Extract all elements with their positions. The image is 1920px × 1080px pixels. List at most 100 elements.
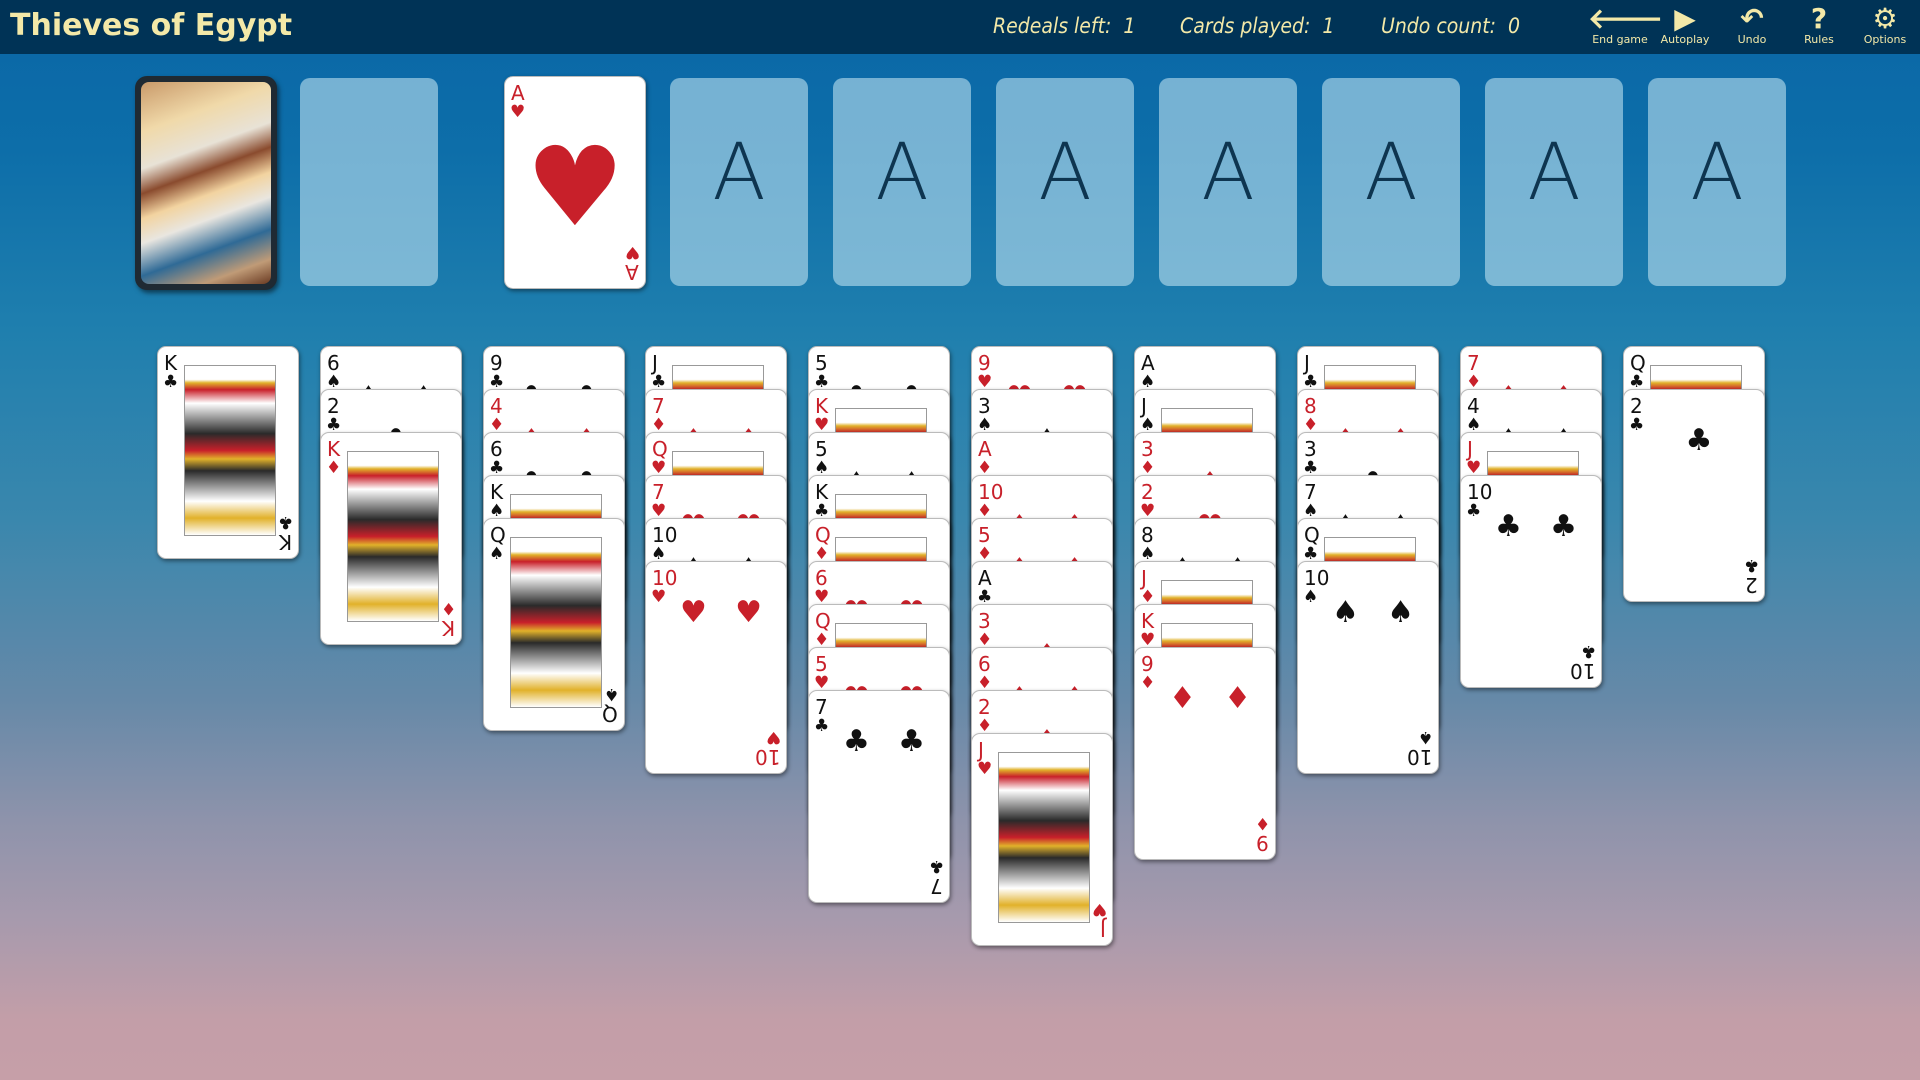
- card-suit-icon: ♣: [814, 716, 830, 736]
- playing-card[interactable]: 10 ♥ ♥ ♥ 10 ♥: [645, 561, 787, 774]
- question-icon: ?: [1810, 2, 1828, 35]
- foundation-placeholder: A: [1364, 128, 1418, 218]
- playing-card[interactable]: Q ♠ Q ♠: [483, 518, 625, 731]
- card-rank-bottom: K: [441, 616, 455, 640]
- foundation-slot[interactable]: A: [670, 78, 808, 286]
- card-rank-bottom: 10: [1406, 745, 1432, 769]
- foundation-slot[interactable]: A: [996, 78, 1134, 286]
- card-rank: 4: [1467, 394, 1480, 418]
- card-rank: J: [1141, 394, 1147, 418]
- undo-icon: ↶: [1740, 2, 1764, 35]
- foundation-placeholder: A: [1690, 128, 1744, 218]
- card-pips: ♥♥: [680, 595, 762, 630]
- foundation-placeholder: A: [1201, 128, 1255, 218]
- redeals-stat: Redeals left: 1: [993, 14, 1136, 38]
- playing-card[interactable]: 9 ♦ ♦ ♦ 9 ♦: [1134, 647, 1276, 860]
- autoplay-button[interactable]: ▶ Autoplay: [1653, 4, 1717, 52]
- arrow-left-icon: 🡐: [1588, 2, 1664, 35]
- playing-card[interactable]: K ♣ K ♣: [157, 346, 299, 559]
- card-suit-bottom-icon: ♥: [1091, 899, 1107, 919]
- card-pips: ♣♣: [1495, 509, 1577, 544]
- playing-card[interactable]: 10 ♠ ♠ ♠ 10 ♠: [1297, 561, 1439, 774]
- card-rank: 10: [978, 480, 1004, 504]
- card-rank-bottom: 2: [1745, 573, 1758, 597]
- waste-slot[interactable]: [300, 78, 438, 286]
- card-suit-icon: ♦: [326, 458, 342, 478]
- card-rank: 3: [1141, 437, 1154, 461]
- card-back-art: [141, 82, 271, 284]
- card-suit-bottom-icon: ♣: [928, 856, 944, 876]
- rules-button[interactable]: ? Rules: [1787, 4, 1851, 52]
- foundation-placeholder: A: [1038, 128, 1092, 218]
- options-button[interactable]: ⚙ Options: [1853, 4, 1917, 52]
- card-suit-bottom-icon: ♠: [1417, 727, 1433, 747]
- court-figure: [184, 365, 276, 536]
- card-rank: K: [327, 437, 341, 461]
- card-rank: 3: [978, 394, 991, 418]
- court-figure: [510, 537, 602, 708]
- undo-button[interactable]: ↶ Undo: [1720, 4, 1784, 52]
- card-suit-icon: ♥: [651, 587, 667, 607]
- end-game-button[interactable]: 🡐 End game: [1588, 2, 1664, 52]
- card-rank: 7: [815, 695, 828, 719]
- stock-pile[interactable]: [135, 76, 277, 290]
- card-rank: Q: [815, 609, 831, 633]
- card-rank: 7: [652, 480, 665, 504]
- undo-count-stat: Undo count: 0: [1381, 14, 1521, 38]
- cards-played-stat: Cards played: 1: [1180, 14, 1335, 38]
- card-rank: A: [1141, 351, 1155, 375]
- card-rank: 2: [327, 394, 340, 418]
- ace-suit-icon: ♥: [525, 123, 625, 251]
- cards-played-value: 1: [1322, 14, 1335, 38]
- card-rank: 2: [1141, 480, 1154, 504]
- card-rank: 3: [978, 609, 991, 633]
- playing-card[interactable]: 7 ♣ ♣ ♣ 7 ♣: [808, 690, 950, 903]
- card-suit-bottom-icon: ♦: [1254, 813, 1270, 833]
- card-suit-icon: ♦: [1140, 673, 1156, 693]
- toolbar-label: Rules: [1804, 33, 1834, 46]
- card-rank: 2: [978, 695, 991, 719]
- card-rank: 3: [1304, 437, 1317, 461]
- foundation-slot[interactable]: A: [1159, 78, 1297, 286]
- card-suit-bottom-icon: ♣: [1743, 555, 1759, 575]
- gear-icon: ⚙: [1872, 2, 1898, 35]
- card-rank: 5: [815, 652, 828, 676]
- card-rank: K: [1141, 609, 1155, 633]
- playing-card[interactable]: 2 ♣ ♣ 2 ♣: [1623, 389, 1765, 602]
- card-suit-icon: ♣: [1629, 415, 1645, 435]
- card-rank-bottom: 10: [1569, 659, 1595, 683]
- card-rank-bottom: 7: [930, 874, 943, 898]
- card-suit-icon: ♠: [489, 544, 505, 564]
- court-figure: [347, 451, 439, 622]
- card-suit-icon: ♥: [977, 759, 993, 779]
- card-rank: 4: [490, 394, 503, 418]
- playing-card[interactable]: J ♥ J ♥: [971, 733, 1113, 946]
- foundation-placeholder: A: [1527, 128, 1581, 218]
- card-rank: K: [490, 480, 504, 504]
- card-pips: ♣: [1685, 423, 1713, 458]
- card-pips: ♠♠: [1332, 595, 1414, 630]
- card-suit-bottom-icon: ♠: [603, 684, 619, 704]
- playing-card[interactable]: 10 ♣ ♣ ♣ 10 ♣: [1460, 475, 1602, 688]
- card-rank: 6: [490, 437, 503, 461]
- foundation-slot[interactable]: A: [1648, 78, 1786, 286]
- card-rank-bottom: 9: [1256, 831, 1269, 855]
- card-suit-bottom-icon: ♣: [277, 512, 293, 532]
- card-rank: 6: [978, 652, 991, 676]
- card-rank: 7: [652, 394, 665, 418]
- card-rank-bottom: K: [278, 530, 292, 554]
- foundation-slot[interactable]: A: [1485, 78, 1623, 286]
- foundation-slot[interactable]: A: [833, 78, 971, 286]
- card-rank: K: [815, 480, 829, 504]
- foundation-placeholder: A: [712, 128, 766, 218]
- toolbar-label: End game: [1592, 33, 1648, 46]
- waste-top-card[interactable]: A ♥ ♥ A ♥: [504, 76, 646, 289]
- card-rank: A: [511, 81, 525, 105]
- card-rank: K: [164, 351, 178, 375]
- card-suit-icon: ♣: [163, 372, 179, 392]
- toolbar-label: Options: [1863, 33, 1907, 46]
- foundation-slot[interactable]: A: [1322, 78, 1460, 286]
- playing-card[interactable]: K ♦ K ♦: [320, 432, 462, 645]
- card-suit-bottom-icon: ♣: [1580, 641, 1596, 661]
- card-rank: Q: [490, 523, 506, 547]
